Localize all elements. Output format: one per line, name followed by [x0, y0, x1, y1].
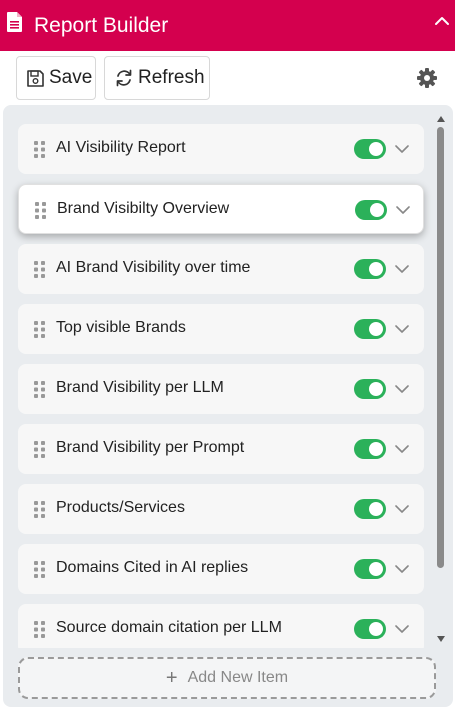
add-new-item-label: Add New Item [187, 669, 289, 686]
drag-handle-icon[interactable] [33, 141, 47, 158]
refresh-label: Refresh [138, 67, 205, 88]
visibility-toggle[interactable] [354, 439, 386, 459]
visibility-toggle[interactable] [354, 559, 386, 579]
chevron-up-icon[interactable] [433, 12, 451, 30]
visibility-toggle[interactable] [354, 319, 386, 339]
report-items-list: AI Visibility Report Brand Visibilty Ove… [3, 105, 453, 648]
refresh-icon [116, 69, 132, 87]
chevron-down-icon[interactable] [395, 262, 409, 276]
floppy-disk-icon [27, 69, 44, 87]
list-item-label: Brand Visibility per LLM [56, 379, 224, 396]
list-item[interactable]: Products/Services [18, 484, 424, 534]
chevron-down-icon[interactable] [395, 442, 409, 456]
list-item-label: AI Visibility Report [56, 139, 186, 156]
drag-handle-icon[interactable] [33, 321, 47, 338]
list-item[interactable]: AI Visibility Report [18, 124, 424, 174]
drag-handle-icon[interactable] [33, 261, 47, 278]
list-item-label: Top visible Brands [56, 319, 186, 336]
visibility-toggle[interactable] [354, 259, 386, 279]
list-item-label: Domains Cited in AI replies [56, 559, 249, 576]
header-title: Report Builder [34, 14, 169, 37]
app-header: Report Builder [0, 0, 455, 51]
list-item[interactable]: Brand Visibilty Overview [18, 184, 424, 234]
chevron-down-icon[interactable] [396, 203, 410, 217]
drag-handle-icon[interactable] [34, 202, 48, 219]
list-item[interactable]: Domains Cited in AI replies [18, 544, 424, 594]
scroll-down-arrow-icon[interactable] [436, 634, 446, 644]
gear-icon[interactable] [416, 67, 438, 89]
chevron-down-icon[interactable] [395, 142, 409, 156]
drag-handle-icon[interactable] [33, 441, 47, 458]
scrollbar-thumb[interactable] [437, 127, 444, 568]
chevron-down-icon[interactable] [395, 322, 409, 336]
list-item[interactable]: Brand Visibility per LLM [18, 364, 424, 414]
list-item[interactable]: AI Brand Visibility over time [18, 244, 424, 294]
report-items-panel: AI Visibility Report Brand Visibilty Ove… [3, 105, 453, 707]
drag-handle-icon[interactable] [33, 501, 47, 518]
list-item[interactable]: Brand Visibility per Prompt [18, 424, 424, 474]
scroll-up-arrow-icon[interactable] [436, 114, 446, 124]
document-icon [7, 12, 22, 32]
chevron-down-icon[interactable] [395, 562, 409, 576]
chevron-down-icon[interactable] [395, 502, 409, 516]
drag-handle-icon[interactable] [33, 561, 47, 578]
chevron-down-icon[interactable] [395, 622, 409, 636]
toolbar: Save Refresh [0, 51, 455, 105]
drag-handle-icon[interactable] [33, 621, 47, 638]
list-item[interactable]: Source domain citation per LLM [18, 604, 424, 648]
list-item-label: Products/Services [56, 499, 185, 516]
refresh-button[interactable]: Refresh [104, 56, 210, 100]
visibility-toggle[interactable] [354, 619, 386, 639]
list-item-label: Brand Visibilty Overview [57, 200, 230, 217]
visibility-toggle[interactable] [354, 499, 386, 519]
list-item-label: Brand Visibility per Prompt [56, 439, 245, 456]
list-item[interactable]: Top visible Brands [18, 304, 424, 354]
visibility-toggle[interactable] [355, 200, 387, 220]
plus-icon: + [165, 666, 178, 689]
drag-handle-icon[interactable] [33, 381, 47, 398]
chevron-down-icon[interactable] [395, 382, 409, 396]
save-label: Save [49, 67, 93, 88]
visibility-toggle[interactable] [354, 379, 386, 399]
list-item-label: AI Brand Visibility over time [56, 259, 251, 276]
add-new-item-button[interactable]: + Add New Item [18, 657, 436, 699]
visibility-toggle[interactable] [354, 139, 386, 159]
list-item-label: Source domain citation per LLM [56, 619, 282, 636]
save-button[interactable]: Save [16, 56, 96, 100]
